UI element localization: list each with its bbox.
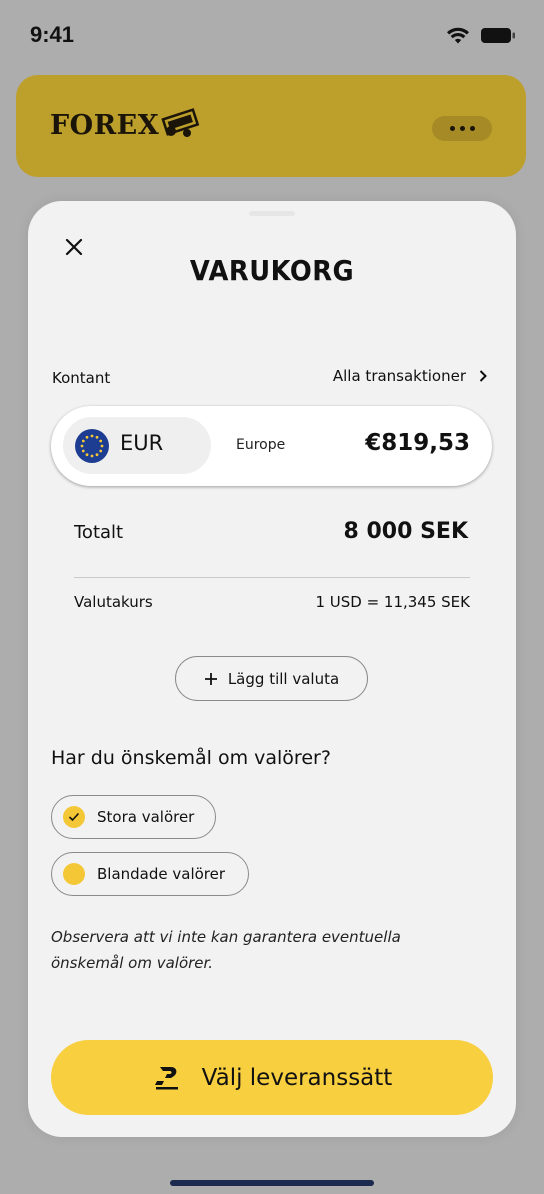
total-label: Totalt [74,522,124,543]
wifi-icon [447,27,469,44]
page-title: VARUKORG [189,254,355,287]
radio-selected [63,806,85,828]
home-indicator [170,1180,374,1186]
banknotes-logo-icon [161,108,200,137]
add-currency-button[interactable]: Lägg till valuta [175,656,368,701]
all-transactions-label: Alla transaktioner [332,367,466,385]
currency-selector-chip[interactable]: EUR [63,417,211,474]
exchange-rate-label: Valutakurs [74,593,153,611]
denomination-option-label: Stora valörer [97,808,195,826]
section-label-cash: Kontant [52,369,111,387]
all-transactions-link[interactable]: Alla transaktioner [333,367,488,385]
status-bar: 9:41 [0,0,544,72]
status-time: 9:41 [30,22,75,47]
divider [74,577,470,578]
denomination-note: Observera att vi inte kan garantera even… [51,928,401,972]
dot [469,126,475,131]
bankid-icon [154,1066,178,1089]
denomination-option-label: Blandade valörer [97,865,226,883]
currency-amount: €819,53 [365,430,470,456]
chevron-right-icon [479,370,487,382]
plus-icon [204,672,217,685]
dot [449,126,455,131]
forex-logo: FOREX [50,108,203,141]
currency-code: EUR [120,431,164,455]
radio-unselected [63,863,85,885]
choose-delivery-button[interactable]: Välj leveranssätt [51,1040,493,1115]
denomination-option-large[interactable]: Stora valörer [51,795,216,839]
denomination-option-mixed[interactable]: Blandade valörer [51,852,249,896]
brand-name: FOREX [50,109,160,141]
currency-region: Europe [236,437,286,453]
status-icons [446,26,516,44]
currency-item-card[interactable]: EUR Europe €819,53 [51,406,492,486]
check-icon [68,812,80,822]
eu-flag-icon [75,429,109,463]
denomination-question: Har du önskemål om valörer? [51,747,331,769]
exchange-rate-value: 1 USD = 11,345 SEK [315,593,470,611]
dot [459,126,465,131]
add-currency-label: Lägg till valuta [227,669,340,688]
sheet-grabber[interactable] [249,211,295,216]
battery-icon [481,27,515,43]
choose-delivery-label: Välj leveranssätt [201,1064,393,1091]
app-header: FOREX [16,75,526,177]
more-options-button[interactable] [432,116,492,141]
total-value: 8 000 SEK [343,519,468,544]
